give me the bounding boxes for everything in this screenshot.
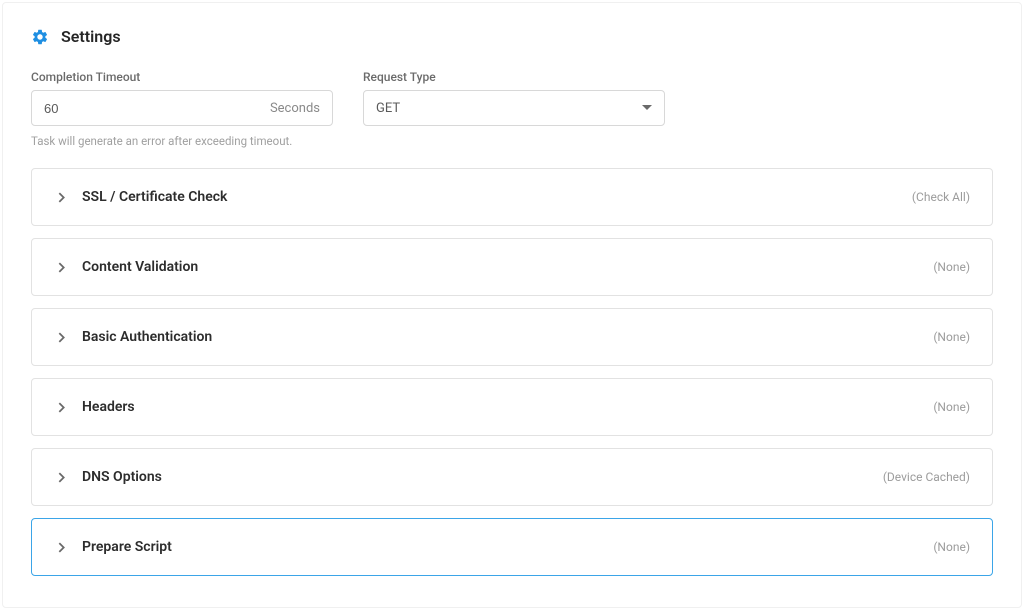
gear-icon xyxy=(31,28,49,46)
settings-header: Settings xyxy=(31,27,993,46)
accordion-status: (None) xyxy=(933,330,970,344)
accordion-status: (None) xyxy=(933,400,970,414)
accordion-title: Basic Authentication xyxy=(82,329,933,345)
accordion-status: (Device Cached) xyxy=(883,470,970,484)
page-title: Settings xyxy=(61,27,121,46)
chevron-right-icon xyxy=(54,190,68,204)
accordion-title: SSL / Certificate Check xyxy=(82,189,912,205)
accordion-status: (Check All) xyxy=(912,190,970,204)
request-type-select[interactable]: GET xyxy=(363,90,665,126)
chevron-right-icon xyxy=(54,540,68,554)
completion-timeout-suffix: Seconds xyxy=(270,101,332,116)
accordion-item[interactable]: Content Validation(None) xyxy=(31,238,993,296)
completion-timeout-input-wrapper[interactable]: Seconds xyxy=(31,90,333,126)
completion-timeout-label: Completion Timeout xyxy=(31,70,333,84)
chevron-right-icon xyxy=(54,400,68,414)
request-type-label: Request Type xyxy=(363,70,665,84)
accordion-item[interactable]: DNS Options(Device Cached) xyxy=(31,448,993,506)
accordion-status: (None) xyxy=(933,260,970,274)
accordion-item[interactable]: Prepare Script(None) xyxy=(31,518,993,576)
caret-down-icon xyxy=(642,105,664,111)
completion-timeout-help: Task will generate an error after exceed… xyxy=(31,134,993,148)
accordion-title: Prepare Script xyxy=(82,539,933,555)
accordion-item[interactable]: Headers(None) xyxy=(31,378,993,436)
accordion-status: (None) xyxy=(933,540,970,554)
accordion-item[interactable]: SSL / Certificate Check(Check All) xyxy=(31,168,993,226)
accordion-title: Content Validation xyxy=(82,259,933,275)
completion-timeout-group: Completion Timeout Seconds xyxy=(31,70,333,126)
settings-accordion-list: SSL / Certificate Check(Check All) Conten… xyxy=(31,168,993,576)
chevron-right-icon xyxy=(54,330,68,344)
accordion-title: DNS Options xyxy=(82,469,883,485)
accordion-item[interactable]: Basic Authentication(None) xyxy=(31,308,993,366)
accordion-title: Headers xyxy=(82,399,933,415)
chevron-right-icon xyxy=(54,260,68,274)
request-type-value: GET xyxy=(364,101,642,116)
completion-timeout-input[interactable] xyxy=(32,91,270,125)
chevron-right-icon xyxy=(54,470,68,484)
request-type-group: Request Type GET xyxy=(363,70,665,126)
